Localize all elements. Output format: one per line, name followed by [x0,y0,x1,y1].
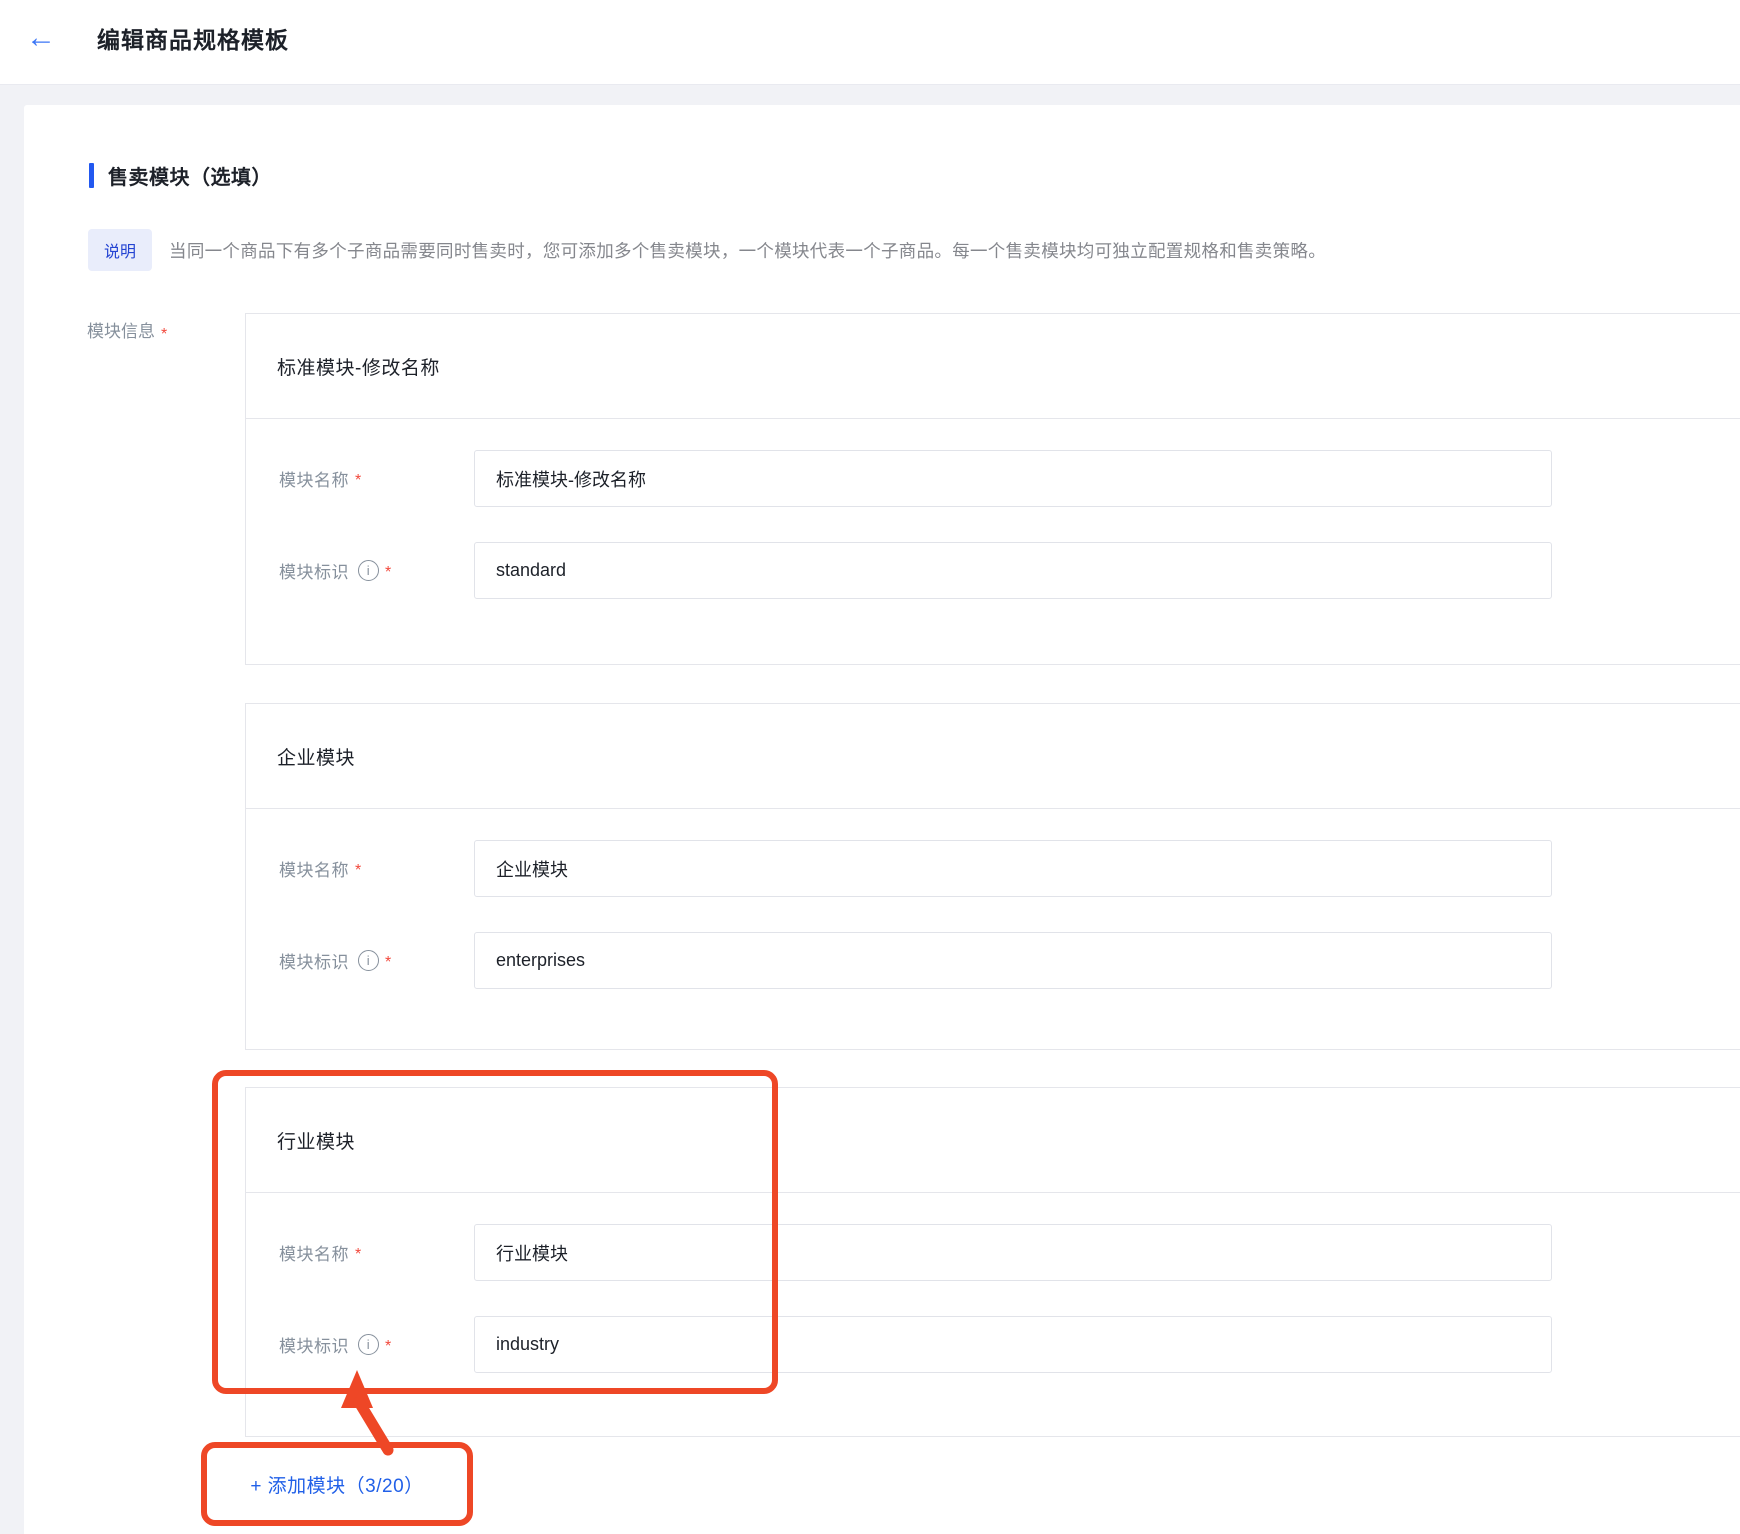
module-name-label: 模块名称 [279,1245,349,1264]
module-card-standard: 标准模块-修改名称 模块名称 * 模块标识 i * [245,313,1740,665]
note-row: 说明 当同一个商品下有多个子商品需要同时售卖时，您可添加多个售卖模块，一个模块代… [88,229,1740,271]
section-header: 售卖模块（选填） [89,161,272,190]
required-mark: * [161,326,168,343]
add-module-area: + 添加模块（3/20） [201,1442,473,1526]
card-divider [246,808,1740,809]
module-id-label: 模块标识 [279,1337,349,1356]
note-badge: 说明 [88,229,153,271]
required-mark: * [355,1245,362,1263]
module-card-title: 行业模块 [277,1131,356,1153]
module-id-input[interactable] [474,1316,1552,1373]
info-icon[interactable]: i [358,950,379,971]
required-mark: * [385,1337,392,1355]
info-icon[interactable]: i [358,560,379,581]
module-name-row: 模块名称 * [279,840,1740,897]
module-name-input[interactable] [474,840,1552,897]
card-divider [246,418,1740,419]
add-module-button[interactable]: + 添加模块（3/20） [250,1471,423,1498]
section-accent-bar [89,163,94,188]
module-info-label: 模块信息 * [87,322,168,343]
card-divider [246,1192,1740,1193]
info-icon[interactable]: i [358,1334,379,1355]
module-id-row: 模块标识 i * [279,1316,1740,1373]
module-name-label: 模块名称 [279,861,349,880]
module-card-title: 企业模块 [277,747,356,769]
module-name-row: 模块名称 * [279,1224,1740,1281]
module-id-input[interactable] [474,542,1552,599]
required-mark: * [385,953,392,971]
module-card-industry: 行业模块 模块名称 * 模块标识 i * [245,1087,1740,1437]
content-panel: 售卖模块（选填） 说明 当同一个商品下有多个子商品需要同时售卖时，您可添加多个售… [24,105,1740,1534]
module-name-input[interactable] [474,450,1552,507]
module-id-label: 模块标识 [279,563,349,582]
screen: ← 编辑商品规格模板 售卖模块（选填） 说明 当同一个商品下有多个子商品需要同时… [0,0,1740,1534]
back-arrow-icon[interactable]: ← [26,0,56,75]
module-id-row: 模块标识 i * [279,542,1740,599]
top-header: ← 编辑商品规格模板 [0,0,1740,85]
module-card-title: 标准模块-修改名称 [277,357,440,379]
module-card-enterprise: 企业模块 模块名称 * 模块标识 i * [245,703,1740,1050]
required-mark: * [355,471,362,489]
required-mark: * [355,861,362,879]
module-name-input[interactable] [474,1224,1552,1281]
module-name-label: 模块名称 [279,471,349,490]
page-title: 编辑商品规格模板 [97,26,289,53]
module-name-row: 模块名称 * [279,450,1740,507]
section-title: 售卖模块（选填） [108,167,272,189]
module-id-input[interactable] [474,932,1552,989]
required-mark: * [385,563,392,581]
note-text: 当同一个商品下有多个子商品需要同时售卖时，您可添加多个售卖模块，一个模块代表一个… [169,240,1327,261]
module-id-label: 模块标识 [279,953,349,972]
module-id-row: 模块标识 i * [279,932,1740,989]
